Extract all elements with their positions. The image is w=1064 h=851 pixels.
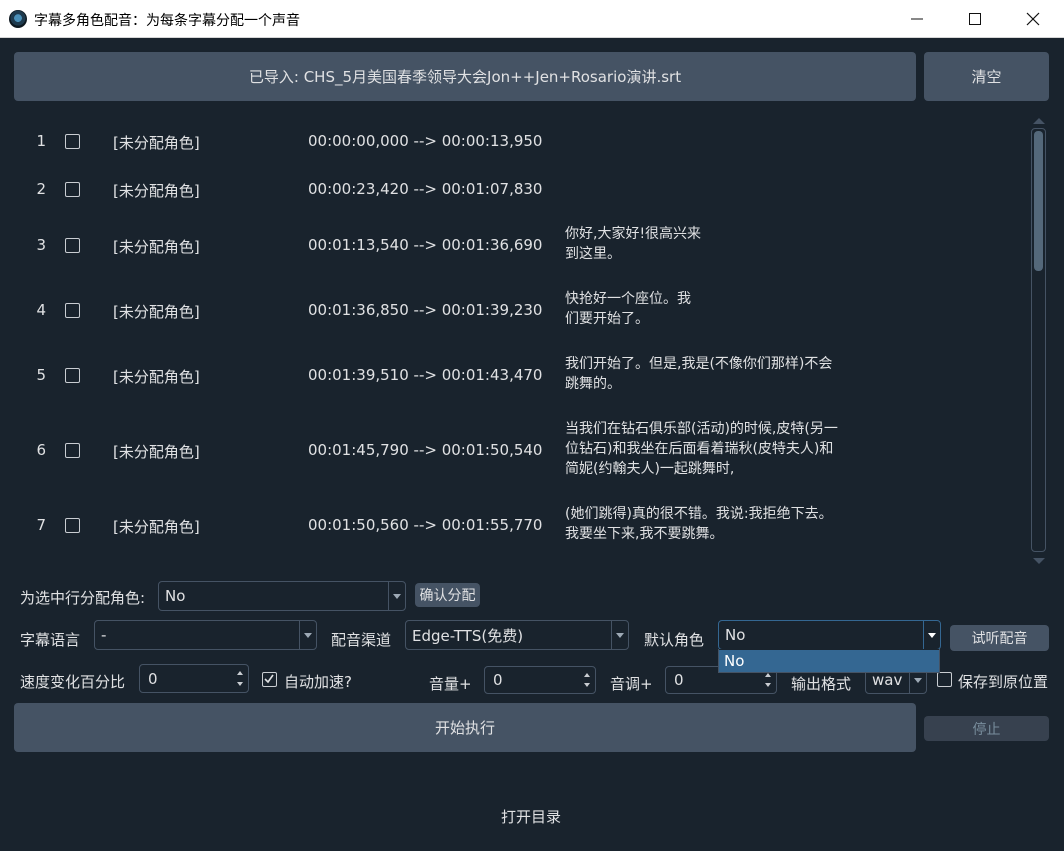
chevron-down-icon	[299, 621, 316, 649]
window-title: 字幕多角色配音：为每条字幕分配一个声音	[34, 13, 300, 29]
speed-change-value: 0	[148, 669, 158, 688]
row-role: [未分配角色]	[113, 182, 200, 200]
row-number: 5	[36, 366, 46, 384]
chevron-down-icon	[611, 621, 628, 649]
default-role-select[interactable]: No	[718, 620, 941, 650]
minimize-button[interactable]	[888, 0, 946, 38]
row-text: 快抢好一个座位。我 们要开始了。	[565, 291, 691, 327]
row-checkbox[interactable]	[65, 368, 80, 383]
row-role: [未分配角色]	[113, 134, 200, 152]
row-checkbox[interactable]	[65, 182, 80, 197]
row-role: [未分配角色]	[113, 368, 200, 386]
speed-change-input[interactable]: 0	[139, 664, 249, 693]
stop-button[interactable]: 停止	[924, 716, 1049, 741]
row-time: 00:01:45,790 --> 00:01:50,540	[308, 441, 543, 459]
subtitle-language-select[interactable]: -	[94, 620, 317, 650]
subtitle-list[interactable]: 1 [未分配角色] 00:00:00,000 --> 00:00:13,950 …	[14, 112, 1030, 572]
spin-up-icon	[237, 671, 243, 675]
row-number: 4	[36, 301, 46, 319]
subtitle-language-label: 字幕语言	[20, 631, 81, 649]
spin-down-icon	[584, 683, 590, 687]
assign-role-select[interactable]: No	[158, 581, 406, 611]
close-icon	[1026, 12, 1040, 26]
pitch-value: 0	[674, 671, 684, 689]
spin-up-icon	[584, 673, 590, 677]
scrollbar-thumb[interactable]	[1034, 131, 1043, 271]
row-number: 6	[36, 441, 46, 459]
row-text: 当我们在钻石俱乐部(活动)的时候,皮特(另一 位钻石)和我坐在后面看着瑞秋(皮特…	[565, 421, 838, 477]
spin-down-icon	[765, 683, 771, 687]
close-button[interactable]	[1004, 0, 1062, 38]
scroll-up-arrow[interactable]	[1033, 118, 1045, 124]
dubbing-channel-value: Edge-TTS(免费)	[412, 626, 524, 645]
row-number: 7	[36, 516, 46, 534]
dropdown-option[interactable]: No	[719, 650, 939, 672]
row-text: (她们跳得)真的很不错。我说:我拒绝下去。 我要坐下来,我不要跳舞。	[565, 506, 833, 542]
auto-speed-label: 自动加速?	[284, 673, 352, 691]
row-time: 00:01:39,510 --> 00:01:43,470	[308, 366, 543, 384]
subtitle-language-value: -	[101, 626, 107, 644]
pitch-label: 音调+	[610, 675, 653, 693]
scroll-down-arrow[interactable]	[1033, 558, 1045, 564]
maximize-button[interactable]	[946, 0, 1004, 38]
start-button[interactable]: 开始执行	[14, 703, 916, 752]
spin-down-icon	[237, 682, 243, 686]
dubbing-channel-label: 配音渠道	[331, 631, 392, 649]
imported-file-button[interactable]: 已导入: CHS_5月美国春季领导大会Jon++Jen+Rosario演讲.sr…	[14, 52, 916, 101]
assign-role-label: 为选中行分配角色:	[20, 589, 146, 607]
spin-buttons[interactable]	[232, 665, 248, 692]
default-role-label: 默认角色	[644, 631, 705, 649]
volume-input[interactable]: 0	[484, 666, 596, 694]
output-format-label: 输出格式	[791, 675, 852, 693]
save-in-place-checkbox[interactable]	[937, 672, 952, 687]
chevron-down-icon	[923, 621, 940, 649]
row-role: [未分配角色]	[113, 518, 200, 536]
chevron-down-icon	[388, 582, 405, 610]
output-format-value: wav	[872, 671, 903, 689]
row-time: 00:01:50,560 --> 00:01:55,770	[308, 516, 543, 534]
row-checkbox[interactable]	[65, 518, 80, 533]
volume-value: 0	[493, 671, 503, 689]
row-role: [未分配角色]	[113, 303, 200, 321]
title-bar: 字幕多角色配音：为每条字幕分配一个声音	[0, 0, 1064, 38]
assign-role-value: No	[165, 587, 186, 605]
row-number: 2	[36, 180, 46, 198]
row-time: 00:01:36,850 --> 00:01:39,230	[308, 301, 543, 319]
default-role-value: No	[725, 626, 746, 644]
row-text: 你好,大家好!很高兴来 到这里。	[565, 226, 702, 262]
checkmark-icon	[264, 674, 274, 684]
speed-change-label: 速度变化百分比	[20, 673, 126, 691]
open-directory-link[interactable]: 打开目录	[501, 806, 561, 827]
row-role: [未分配角色]	[113, 238, 200, 256]
spin-buttons[interactable]	[579, 667, 595, 693]
auto-speed-checkbox[interactable]	[262, 672, 277, 687]
row-time: 00:00:00,000 --> 00:00:13,950	[308, 132, 543, 150]
row-time: 00:01:13,540 --> 00:01:36,690	[308, 236, 543, 254]
maximize-icon	[969, 13, 981, 25]
row-text: 我们开始了。但是,我是(不像你们那样)不会 跳舞的。	[565, 356, 833, 392]
app-icon	[9, 10, 27, 28]
row-time: 00:00:23,420 --> 00:01:07,830	[308, 180, 543, 198]
row-role: [未分配角色]	[113, 443, 200, 461]
row-number: 3	[36, 236, 46, 254]
row-checkbox[interactable]	[65, 238, 80, 253]
row-number: 1	[36, 132, 46, 150]
save-in-place-label: 保存到原位置	[958, 673, 1049, 691]
row-checkbox[interactable]	[65, 443, 80, 458]
spin-up-icon	[765, 673, 771, 677]
dubbing-channel-select[interactable]: Edge-TTS(免费)	[405, 620, 629, 650]
clear-button[interactable]: 清空	[924, 52, 1049, 101]
row-checkbox[interactable]	[65, 134, 80, 149]
row-checkbox[interactable]	[65, 303, 80, 318]
minimize-icon	[911, 18, 923, 20]
volume-label: 音量+	[429, 675, 472, 693]
preview-dubbing-button[interactable]: 试听配音	[950, 625, 1049, 651]
confirm-assign-button[interactable]: 确认分配	[415, 583, 480, 607]
default-role-dropdown[interactable]: No	[718, 649, 940, 673]
